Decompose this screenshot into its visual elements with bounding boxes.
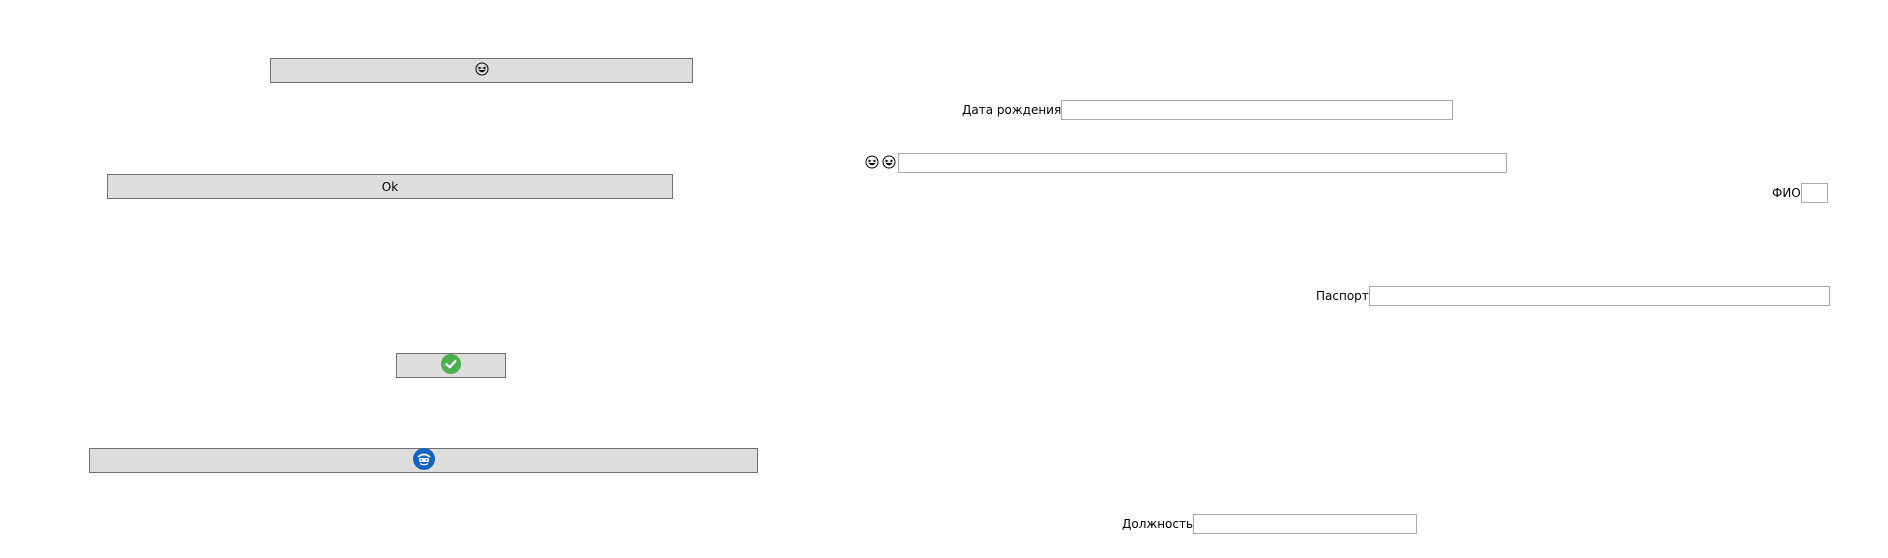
passport-label: Паспорт [1316,289,1369,303]
ok-button-label: Ok [381,179,399,194]
birth-date-row: Дата рождения [962,100,1454,120]
grinning-squint-face-icon [475,62,489,79]
blue-circle-emblem-icon [412,448,435,473]
blue-emblem-button[interactable] [89,448,758,473]
birth-date-input[interactable] [1061,100,1454,120]
position-input[interactable] [1193,514,1418,534]
passport-row: Паспорт [1316,286,1830,306]
passport-input[interactable] [1368,286,1830,306]
emoji-input[interactable] [898,153,1507,173]
emoji-button[interactable] [270,58,693,83]
position-row: Должность [1122,514,1418,534]
emoji-field-row [865,153,1507,173]
emoji-pair [865,155,896,172]
position-label: Должность [1122,517,1194,531]
fio-input[interactable] [1800,183,1828,203]
grinning-squint-face-icon [882,155,896,172]
grinning-squint-face-icon [865,155,879,172]
green-check-circle-icon [441,354,461,377]
ok-button[interactable]: Ok [107,174,673,199]
birth-date-label: Дата рождения [962,103,1062,117]
fio-label: ФИО [1772,186,1801,200]
confirm-button[interactable] [396,353,506,378]
fio-row: ФИО [1772,183,1828,203]
